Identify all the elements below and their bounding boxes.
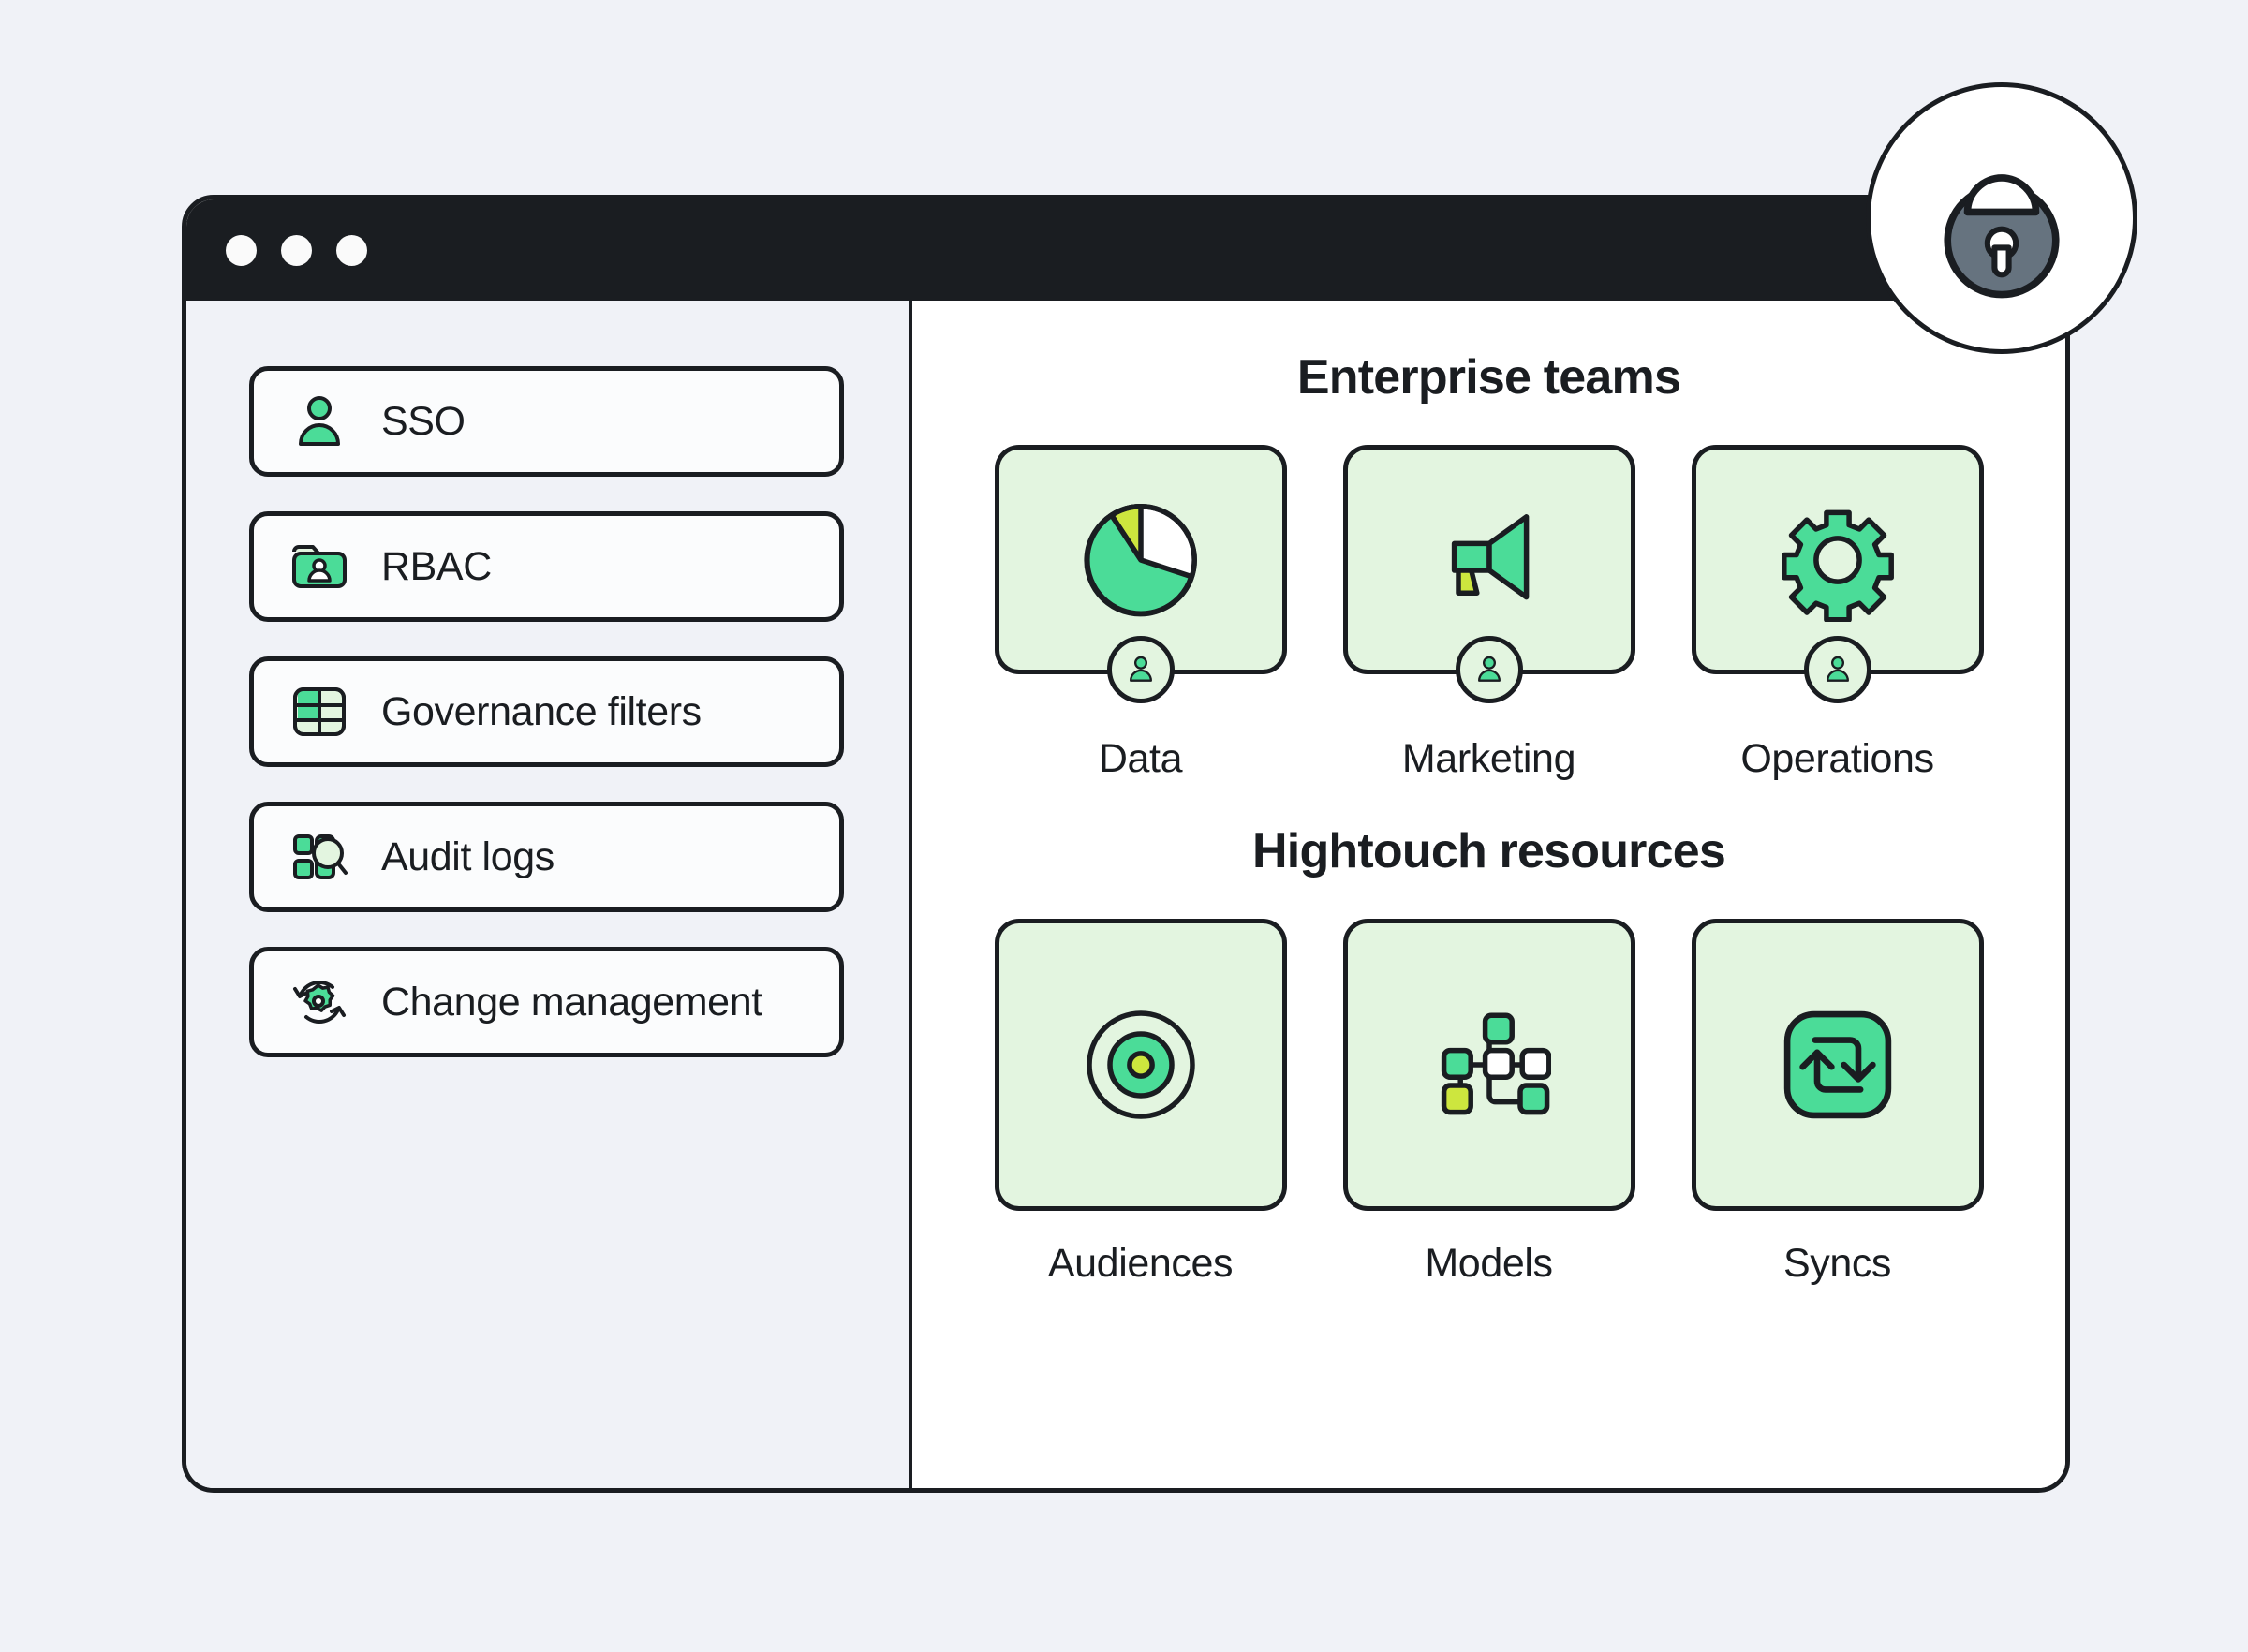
pie-chart-icon: [1079, 498, 1203, 622]
gear-refresh-icon: [289, 972, 349, 1032]
sidebar-item-change-management[interactable]: Change management: [249, 947, 844, 1057]
team-card-data[interactable]: Data: [995, 445, 1287, 782]
window-dot-maximize[interactable]: [336, 235, 367, 266]
resource-card-label: Models: [1425, 1241, 1552, 1287]
resource-card-syncs[interactable]: Syncs: [1692, 919, 1984, 1287]
search-blocks-icon: [289, 827, 349, 887]
sidebar-item-label: Change management: [381, 980, 762, 1025]
sidebar-item-label: Audit logs: [381, 834, 555, 880]
avatar: [1107, 636, 1175, 703]
sidebar-item-rbac[interactable]: RBAC: [249, 511, 844, 622]
team-tile: [995, 445, 1287, 674]
avatar: [1804, 636, 1871, 703]
megaphone-icon: [1427, 498, 1551, 622]
hightouch-resources-row: Audiences: [912, 919, 2065, 1287]
team-tile: [1692, 445, 1984, 674]
section-title-enterprise-teams: Enterprise teams: [912, 349, 2065, 406]
user-icon: [289, 391, 349, 451]
folder-user-icon: [289, 537, 349, 597]
window-dot-minimize[interactable]: [281, 235, 312, 266]
window-titlebar: [186, 199, 2065, 301]
main-content: Enterprise teams: [912, 301, 2065, 1488]
team-card-operations[interactable]: Operations: [1692, 445, 1984, 782]
team-card-label: Marketing: [1402, 736, 1575, 782]
sidebar-item-audit-logs[interactable]: Audit logs: [249, 802, 844, 912]
sidebar: SSO RBAC: [186, 301, 912, 1488]
team-card-marketing[interactable]: Marketing: [1343, 445, 1635, 782]
user-icon: [1472, 653, 1506, 686]
avatar: [1456, 636, 1523, 703]
enterprise-teams-row: Data: [912, 445, 2065, 782]
lock-icon: [1930, 132, 2073, 305]
node-graph-icon: [1427, 1003, 1551, 1127]
user-icon: [1821, 653, 1855, 686]
resource-card-models[interactable]: Models: [1343, 919, 1635, 1287]
resource-card-label: Syncs: [1783, 1241, 1891, 1287]
team-tile: [1343, 445, 1635, 674]
user-icon: [1124, 653, 1158, 686]
sidebar-item-label: RBAC: [381, 544, 492, 590]
sidebar-item-governance-filters[interactable]: Governance filters: [249, 656, 844, 767]
sync-arrows-icon: [1776, 1003, 1900, 1127]
page-root: SSO RBAC: [0, 0, 2248, 1652]
resource-tile: [995, 919, 1287, 1211]
resource-card-label: Audiences: [1048, 1241, 1233, 1287]
resource-card-audiences[interactable]: Audiences: [995, 919, 1287, 1287]
gear-icon: [1776, 498, 1900, 622]
lock-badge: [1866, 82, 2137, 354]
target-circles-icon: [1079, 1003, 1203, 1127]
team-card-label: Data: [1099, 736, 1182, 782]
sidebar-item-label: SSO: [381, 399, 466, 445]
browser-window: SSO RBAC: [182, 195, 2070, 1493]
window-body: SSO RBAC: [186, 301, 2065, 1488]
section-title-hightouch-resources: Hightouch resources: [912, 823, 2065, 879]
sidebar-item-label: Governance filters: [381, 689, 702, 735]
resource-tile: [1343, 919, 1635, 1211]
team-card-label: Operations: [1740, 736, 1933, 782]
resource-tile: [1692, 919, 1984, 1211]
table-grid-icon: [289, 682, 349, 742]
sidebar-item-sso[interactable]: SSO: [249, 366, 844, 477]
window-dot-close[interactable]: [226, 235, 257, 266]
